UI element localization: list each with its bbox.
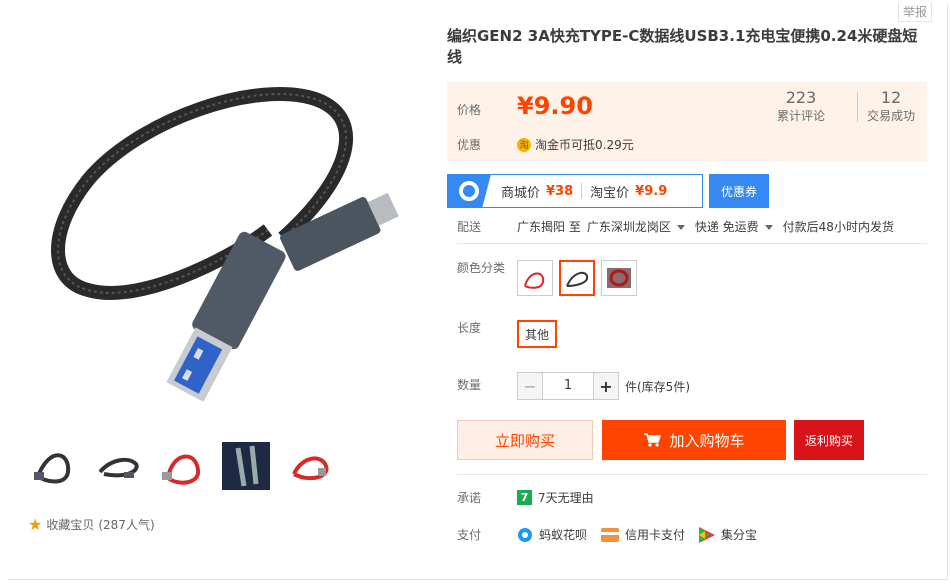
quantity-input[interactable]: 1 <box>543 372 593 400</box>
promo-amount: 0.29元 <box>595 138 634 152</box>
price-value: ¥9.90 <box>517 92 593 120</box>
length-label: 长度 <box>457 321 482 335</box>
delivery-label: 配送 <box>457 220 482 234</box>
delivery-method: 快递 免运费 <box>694 220 759 234</box>
promo-row: 优惠 淘 淘金币可抵 0.29元 <box>457 136 634 153</box>
quantity-label: 数量 <box>457 378 482 392</box>
delivery-method-select[interactable]: 快递 免运费 <box>695 218 783 235</box>
delivery-from: 广东揭阳 至 <box>517 220 581 234</box>
promise-row: 承诺 7 7天无理由 <box>457 489 594 506</box>
delivery-to: 广东深圳龙岗区 <box>586 220 671 234</box>
promise-label: 承诺 <box>457 491 482 505</box>
compare-box: 商城价 ¥38 淘宝价 ¥9.9 <box>447 174 703 208</box>
add-to-cart-label: 加入购物车 <box>669 431 745 450</box>
thumbnail-2[interactable] <box>92 440 144 492</box>
reviews-count: 223 <box>785 88 817 107</box>
favorite-count: (287人气) <box>98 518 155 532</box>
price-label: 价格 <box>457 103 482 117</box>
thumbnail-3[interactable] <box>156 440 208 492</box>
increment-button[interactable]: + <box>593 372 619 400</box>
huabei-icon <box>518 527 532 542</box>
jifenbao-item[interactable]: 集分宝 <box>699 526 757 543</box>
thumbnail-5[interactable] <box>284 440 336 492</box>
product-title: 编织GEN2 3A快充TYPE-C数据线USB3.1充电宝便携0.24米硬盘短线 <box>447 27 918 66</box>
compare-divider <box>581 183 583 199</box>
sales-label: 交易成功 <box>867 109 916 123</box>
add-to-cart-button[interactable]: 加入购物车 <box>602 420 786 460</box>
mall-label: 商城价 <box>501 185 541 201</box>
decrement-button[interactable]: − <box>517 372 543 400</box>
taobao-label: 淘宝价 <box>590 185 630 201</box>
chevron-down-icon <box>676 225 685 230</box>
rebate-buy-button[interactable]: 返利购买 <box>794 420 864 460</box>
delivery-row: 配送 广东揭阳 至 广东深圳龙岗区 快递 免运费 付款后48小时内发货 <box>457 218 927 244</box>
promise-text[interactable]: 7天无理由 <box>538 489 594 506</box>
mall-price: ¥38 <box>546 183 574 199</box>
seven-day-icon: 7 <box>517 490 532 505</box>
promo-text: 淘金币可抵 <box>535 138 596 152</box>
color-option-black[interactable] <box>559 260 595 296</box>
jifenbao-icon <box>699 526 716 543</box>
color-option-coil[interactable] <box>601 260 637 296</box>
color-options <box>517 260 637 296</box>
taobao-price: ¥9.9 <box>635 183 668 199</box>
divider <box>457 474 927 475</box>
quantity-stepper: − 1 + 件(库存5件) <box>517 372 690 400</box>
reviews-label: 累计评论 <box>777 109 826 123</box>
report-link[interactable]: 举报 <box>898 2 933 22</box>
thumbnail-list <box>28 440 336 492</box>
price-panel: 价格 ¥9.90 223 累计评论 12 交易成功 优惠 淘 淘金币可抵 0.2… <box>447 82 927 162</box>
ship-time: 付款后48小时内发货 <box>782 220 894 234</box>
promo-label: 优惠 <box>457 138 482 152</box>
delivery-to-select[interactable]: 广东深圳龙岗区 <box>587 218 695 235</box>
thumbnail-1[interactable] <box>28 440 80 492</box>
stat-divider <box>857 92 858 122</box>
payment-label: 支付 <box>457 528 482 542</box>
stat-sales[interactable]: 12 交易成功 <box>867 88 915 124</box>
favorite-text: 收藏宝贝 <box>46 518 95 532</box>
sales-count: 12 <box>880 88 902 107</box>
credit-card-label: 信用卡支付 <box>625 528 686 542</box>
stock-text: 件(库存5件) <box>625 379 690 394</box>
huabei-label: 蚂蚁花呗 <box>539 528 588 542</box>
huabei-item[interactable]: 蚂蚁花呗 <box>517 526 587 543</box>
price-compare: 商城价 ¥38 淘宝价 ¥9.9 优惠券 <box>447 174 769 208</box>
compare-text: 商城价 ¥38 淘宝价 ¥9.9 <box>501 182 667 201</box>
main-product-image[interactable] <box>28 60 418 420</box>
credit-card-icon <box>601 527 620 542</box>
buy-now-button[interactable]: 立即购买 <box>457 420 593 460</box>
color-option-red[interactable] <box>517 260 553 296</box>
thumbnail-4[interactable] <box>220 440 272 492</box>
jifenbao-label: 集分宝 <box>721 528 758 542</box>
color-label: 颜色分类 <box>457 261 506 275</box>
payment-row: 支付 蚂蚁花呗 信用卡支付 集分宝 <box>457 526 771 543</box>
q-logo-icon <box>447 174 491 208</box>
length-option-other[interactable]: 其他 <box>517 320 558 348</box>
stat-reviews[interactable]: 223 累计评论 <box>777 88 825 124</box>
favorite-link[interactable]: ★ 收藏宝贝 (287人气) <box>28 515 155 534</box>
credit-card-item[interactable]: 信用卡支付 <box>601 526 685 543</box>
price-row: 价格 ¥9.90 <box>457 92 593 120</box>
cart-icon <box>644 433 662 447</box>
chevron-down-icon <box>764 225 773 230</box>
coin-icon: 淘 <box>517 137 531 152</box>
star-icon: ★ <box>28 515 43 534</box>
coupon-button[interactable]: 优惠券 <box>709 174 769 208</box>
